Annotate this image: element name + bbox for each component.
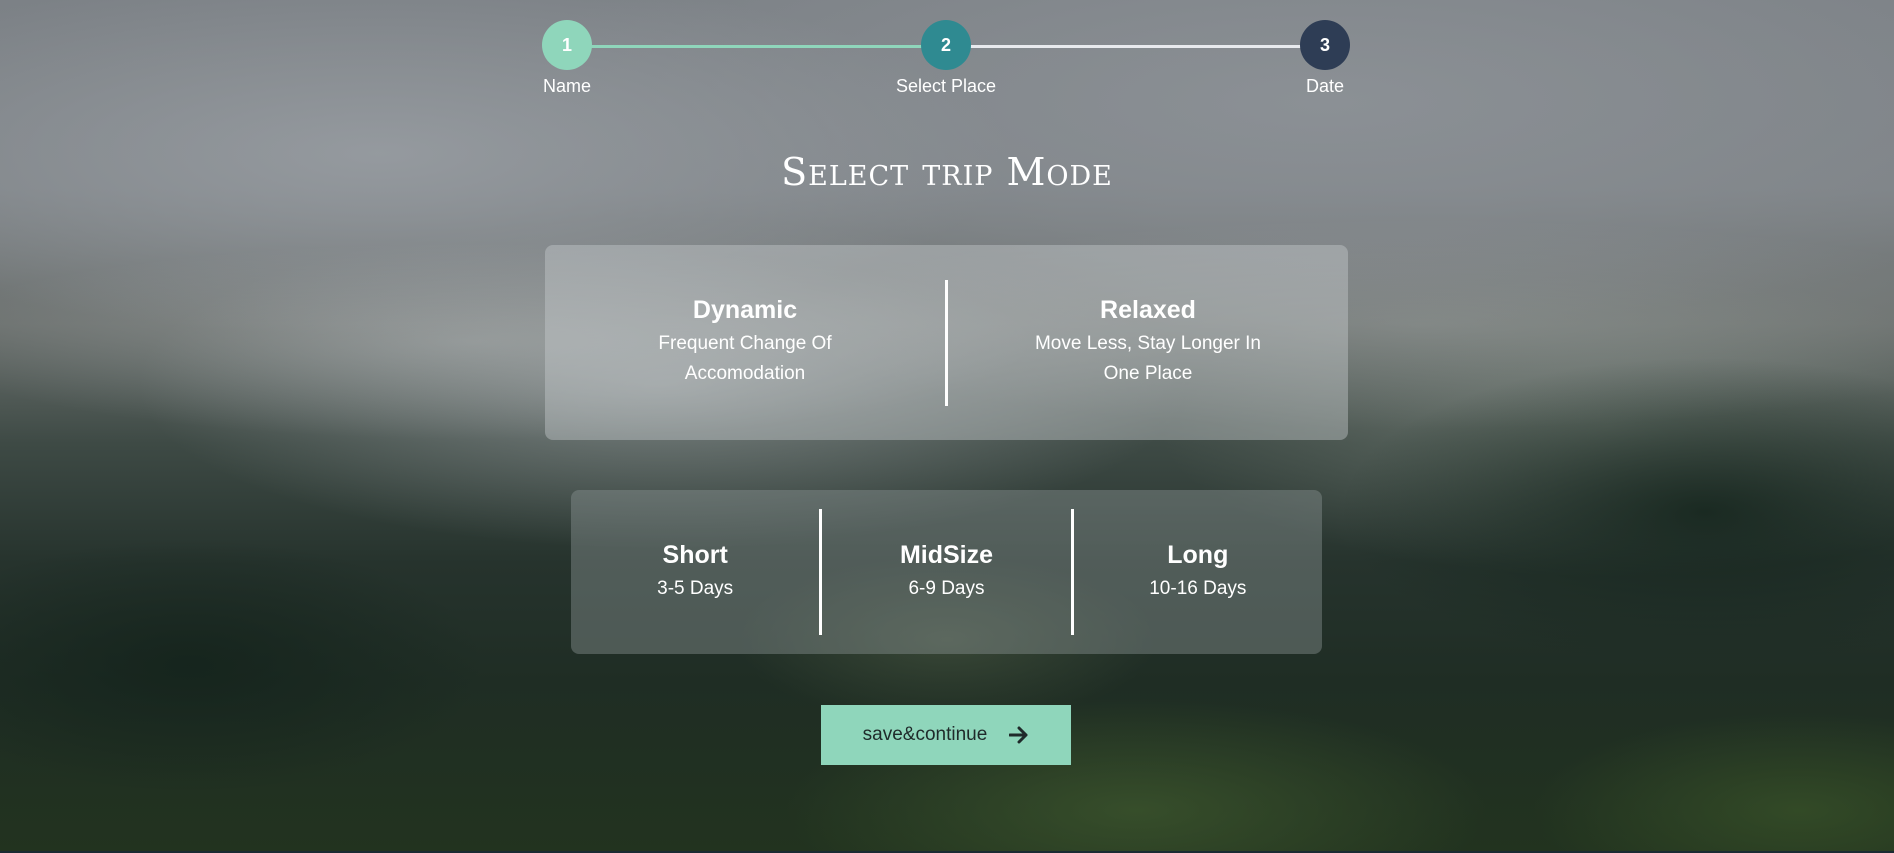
- duration-option-title: Short: [662, 540, 728, 569]
- step-date[interactable]: 3 Date: [1265, 20, 1385, 97]
- save-continue-label: save&continue: [862, 724, 988, 745]
- duration-option-title: MidSize: [899, 540, 994, 569]
- step-3-circle: 3: [1300, 20, 1350, 70]
- step-2-label: Select Place: [895, 76, 997, 96]
- mode-option-title: Dynamic: [692, 296, 798, 324]
- mode-option-description: Move Less, Stay Longer In One Place: [1034, 333, 1261, 384]
- duration-option-midsize[interactable]: MidSize 6-9 Days: [822, 541, 1070, 604]
- duration-option-long[interactable]: Long 10-16 Days: [1074, 541, 1322, 604]
- duration-option-range: 6-9 Days: [908, 577, 985, 599]
- mode-option-dynamic[interactable]: Dynamic Frequent Change Of Accomodation: [545, 296, 945, 389]
- arrow-right-icon: [1009, 726, 1029, 744]
- trip-planner-page: 1 Name 2 Select Place 3 Date Select trip…: [0, 0, 1894, 853]
- step-1-circle: 1: [542, 20, 592, 70]
- save-continue-button[interactable]: save&continue: [821, 705, 1071, 765]
- step-1-label: Name: [542, 76, 591, 96]
- duration-option-short[interactable]: Short 3-5 Days: [571, 541, 819, 604]
- duration-option-range: 3-5 Days: [657, 577, 734, 599]
- mode-option-relaxed[interactable]: Relaxed Move Less, Stay Longer In One Pl…: [948, 296, 1348, 389]
- mode-option-title: Relaxed: [1100, 296, 1196, 324]
- step-3-label: Date: [1305, 76, 1345, 96]
- trip-mode-card: Dynamic Frequent Change Of Accomodation …: [545, 245, 1348, 440]
- duration-option-range: 10-16 Days: [1149, 577, 1247, 599]
- trip-duration-card: Short 3-5 Days MidSize 6-9 Days Long 10-…: [571, 490, 1322, 654]
- page-title: Select trip Mode: [781, 150, 1113, 194]
- step-select-place[interactable]: 2 Select Place: [886, 20, 1006, 97]
- step-2-circle: 2: [921, 20, 971, 70]
- step-name[interactable]: 1 Name: [507, 20, 627, 97]
- progress-stepper: 1 Name 2 Select Place 3 Date: [542, 20, 1350, 100]
- mode-option-description: Frequent Change Of Accomodation: [658, 333, 832, 384]
- duration-option-title: Long: [1167, 540, 1229, 569]
